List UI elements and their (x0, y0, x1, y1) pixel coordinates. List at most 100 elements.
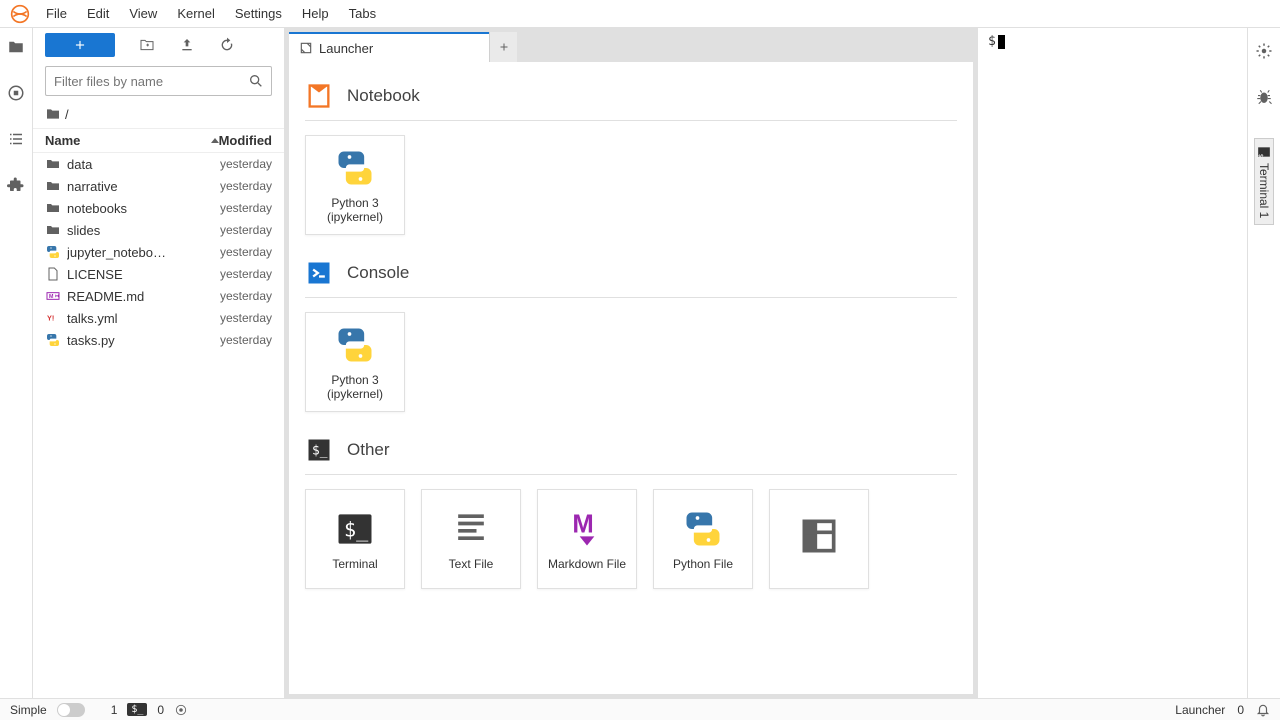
svg-text:$_: $_ (1257, 154, 1263, 159)
sort-arrow-icon (211, 138, 219, 143)
tab-launcher[interactable]: Launcher (289, 32, 489, 62)
menu-tabs[interactable]: Tabs (339, 2, 386, 25)
card-label: Python File (673, 557, 733, 571)
menu-settings[interactable]: Settings (225, 2, 292, 25)
folder-icon (45, 200, 61, 216)
file-row[interactable]: MREADME.mdyesterday (33, 285, 284, 307)
status-bar: Simple 1 $_ 0 Launcher 0 (0, 698, 1280, 720)
launcher-card[interactable]: Text File (421, 489, 521, 589)
file-modified: yesterday (220, 289, 272, 303)
upload-icon[interactable] (179, 37, 195, 53)
file-browser-toolbar (33, 28, 284, 62)
tab-add-button[interactable] (489, 32, 517, 62)
section-title: Other (347, 440, 390, 460)
tab-title: Launcher (319, 41, 373, 56)
markdown-large-icon: M (565, 507, 609, 551)
file-modified: yesterday (220, 201, 272, 215)
file-row[interactable]: tasks.pyyesterday (33, 329, 284, 351)
kernel-status-icon (174, 703, 188, 717)
terminal-prompt: $ (988, 34, 996, 49)
menu-kernel[interactable]: Kernel (167, 2, 225, 25)
folder-icon (45, 222, 61, 238)
terminal-large-icon: $_ (333, 507, 377, 551)
terminal-badge-icon: $_ (127, 703, 147, 716)
section-header: Notebook (305, 82, 957, 121)
launcher-section: Notebook Python 3 (ipykernel) (305, 82, 957, 235)
file-name: tasks.py (67, 333, 220, 348)
toc-icon[interactable] (7, 130, 25, 148)
col-name-header[interactable]: Name (45, 133, 219, 148)
file-list-header: Name Modified (33, 128, 284, 153)
debugger-icon[interactable] (1255, 88, 1273, 106)
new-launcher-button[interactable] (45, 33, 115, 57)
breadcrumb-root: / (65, 107, 69, 122)
section-header: $_ Other (305, 436, 957, 475)
python-icon (45, 332, 61, 348)
file-name: notebooks (67, 201, 220, 216)
refresh-icon[interactable] (219, 37, 235, 53)
property-inspector-icon[interactable] (1255, 42, 1273, 60)
launcher-card[interactable] (769, 489, 869, 589)
launcher-section: $_ Other $_Terminal Text File MMarkdown File… (305, 436, 957, 589)
file-modified: yesterday (220, 267, 272, 281)
jupyter-logo-icon (10, 4, 30, 24)
card-label: Python 3 (ipykernel) (312, 196, 398, 224)
col-modified-header[interactable]: Modified (219, 133, 272, 148)
running-icon[interactable] (7, 84, 25, 102)
new-folder-icon[interactable] (139, 37, 155, 53)
menu-file[interactable]: File (36, 2, 77, 25)
file-name: data (67, 157, 220, 172)
simple-label: Simple (10, 703, 47, 717)
terminal-panel[interactable]: $ (977, 28, 1247, 698)
file-name: jupyter_notebo… (67, 245, 220, 260)
svg-text:$_: $_ (312, 444, 328, 459)
menu-help[interactable]: Help (292, 2, 339, 25)
file-row[interactable]: LICENSEyesterday (33, 263, 284, 285)
launcher-card[interactable]: Python File (653, 489, 753, 589)
file-modified: yesterday (220, 311, 272, 325)
launcher-tab-icon (299, 41, 313, 55)
section-header: Console (305, 259, 957, 298)
search-icon (248, 73, 264, 89)
file-row[interactable]: narrativeyesterday (33, 175, 284, 197)
file-row[interactable]: notebooksyesterday (33, 197, 284, 219)
file-row[interactable]: slidesyesterday (33, 219, 284, 241)
file-name: talks.yml (67, 311, 220, 326)
file-name: slides (67, 223, 220, 238)
menu-view[interactable]: View (119, 2, 167, 25)
filter-input[interactable] (45, 66, 272, 96)
launcher-card[interactable]: $_Terminal (305, 489, 405, 589)
file-name: narrative (67, 179, 220, 194)
simple-toggle[interactable] (57, 703, 85, 717)
terminal-tab[interactable]: $_ Terminal 1 (1254, 138, 1274, 225)
launcher-card[interactable]: Python 3 (ipykernel) (305, 312, 405, 412)
cards: $_Terminal Text File MMarkdown File Python … (305, 489, 957, 589)
main-area: Launcher Notebook Python 3 (ipykernel) Con… (285, 28, 977, 698)
svg-text:M: M (572, 511, 593, 539)
terminal-icon: $_ (305, 436, 333, 464)
launcher-card[interactable]: MMarkdown File (537, 489, 637, 589)
extensions-icon[interactable] (7, 176, 25, 194)
cards: Python 3 (ipykernel) (305, 135, 957, 235)
menu-edit[interactable]: Edit (77, 2, 119, 25)
svg-text:M: M (49, 294, 54, 300)
cards: Python 3 (ipykernel) (305, 312, 957, 412)
file-row[interactable]: Y!talks.ymlyesterday (33, 307, 284, 329)
python-icon (333, 323, 377, 367)
file-icon (45, 266, 61, 282)
launcher-card[interactable]: Python 3 (ipykernel) (305, 135, 405, 235)
breadcrumbs[interactable]: / (33, 100, 284, 128)
terminal-cursor (998, 35, 1005, 49)
status-launcher: Launcher (1175, 703, 1225, 717)
bell-icon[interactable] (1256, 703, 1270, 717)
activity-bar (0, 28, 33, 698)
section-title: Notebook (347, 86, 420, 106)
filebrowser-icon[interactable] (7, 38, 25, 56)
file-row[interactable]: jupyter_notebo…yesterday (33, 241, 284, 263)
folder-icon (45, 156, 61, 172)
card-label: Text File (449, 557, 494, 571)
file-modified: yesterday (220, 179, 272, 193)
python-icon (333, 146, 377, 190)
file-row[interactable]: datayesterday (33, 153, 284, 175)
console-icon (305, 259, 333, 287)
